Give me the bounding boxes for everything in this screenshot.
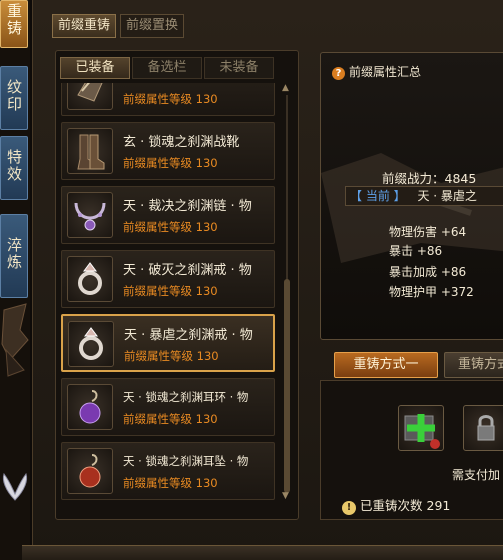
gauntlet-icon: [67, 83, 113, 110]
list-item-selected[interactable]: 天 · 暴虐之刹渊戒 · 物 前缀属性等级 130: [61, 314, 275, 372]
ring-icon: [67, 256, 113, 302]
item-name: 天 · 裁决之刹渊链 · 物: [123, 199, 252, 214]
reforge-count: ! 已重铸次数 291: [342, 495, 450, 515]
current-prefix-bar: 【 当前 】 天 · 暴虐之: [345, 186, 503, 206]
stat-line: 物理护甲 +372: [389, 285, 474, 299]
scroll-down-icon[interactable]: ▼: [282, 491, 289, 501]
subtab-unequipped[interactable]: 未装备: [204, 57, 274, 79]
earring-purple-icon: [67, 384, 113, 430]
subtab-backup[interactable]: 备选栏: [132, 57, 202, 79]
item-name: 玄 · 锁魂之刹渊战靴: [123, 135, 240, 150]
item-level: 前缀属性等级 130: [124, 349, 219, 363]
scroll-up-icon[interactable]: ▲: [282, 83, 289, 93]
side-tab-label: 重铸: [5, 3, 23, 37]
subtab-label: 未装备: [219, 60, 259, 75]
item-name: 天 · 暴虐之刹渊戒 · 物: [124, 328, 253, 343]
subtab-equipped[interactable]: 已装备: [60, 57, 130, 79]
reforge-method-two-button[interactable]: 重铸方式: [444, 352, 503, 378]
frame-bottom-border: [22, 545, 503, 560]
side-tab-label: 特效: [5, 149, 23, 183]
item-level: 前缀属性等级 130: [123, 220, 218, 234]
side-tab-label: 淬炼: [5, 237, 23, 271]
list-item[interactable]: 玄 · 锁魂之刹渊战靴 前缀属性等级 130: [61, 122, 275, 180]
plus-icon: [404, 414, 440, 449]
side-tab-strip: 重铸 纹印 特效 淬炼: [0, 0, 30, 560]
item-level: 前缀属性等级 130: [123, 412, 218, 426]
list-item[interactable]: 天 · 锁魂之刹渊耳坠 · 物 前缀属性等级 130: [61, 442, 275, 500]
list-item[interactable]: 前缀属性等级 130: [61, 83, 275, 116]
list-item[interactable]: 天 · 锁魂之刹渊耳环 · 物 前缀属性等级 130: [61, 378, 275, 436]
item-level: 前缀属性等级 130: [123, 476, 218, 490]
boots-icon: [67, 128, 113, 174]
tab-prefix-reforge[interactable]: 前缀重铸: [52, 14, 116, 38]
item-level: 前缀属性等级 130: [123, 156, 218, 170]
list-item[interactable]: 天 · 裁决之刹渊链 · 物 前缀属性等级 130: [61, 186, 275, 244]
list-item[interactable]: 天 · 破灭之刹渊戒 · 物 前缀属性等级 130: [61, 250, 275, 308]
add-material-slot[interactable]: [398, 405, 444, 451]
lock-icon: [477, 415, 495, 441]
necklace-icon: [67, 192, 113, 238]
stat-line: 暴击加成 +86: [389, 265, 467, 279]
item-name: 天 · 锁魂之刹渊耳坠 · 物: [123, 454, 249, 468]
info-icon: !: [342, 501, 356, 515]
current-prefix-name: 天 · 暴虐之: [417, 189, 477, 203]
side-tab-effect[interactable]: 特效: [0, 136, 28, 200]
ring-icon: [68, 321, 114, 367]
current-tag: 【 当前 】: [350, 189, 406, 203]
ornament-icon: [1, 303, 29, 377]
tab-prefix-swap[interactable]: 前缀置换: [120, 14, 184, 38]
scroll-thumb[interactable]: [284, 279, 290, 493]
list-scrollbar[interactable]: ▲ ▼: [282, 83, 290, 503]
subtab-label: 已装备: [75, 60, 115, 75]
tab-label: 前缀置换: [126, 18, 179, 33]
side-tab-inscription[interactable]: 纹印: [0, 66, 28, 130]
tab-label: 前缀重铸: [58, 18, 111, 33]
reforge-method-one-button[interactable]: 重铸方式一: [334, 352, 438, 378]
help-icon[interactable]: ?: [332, 67, 345, 80]
wings-icon: [2, 472, 28, 501]
item-level: 前缀属性等级 130: [123, 284, 218, 298]
side-tab-temper[interactable]: 淬炼: [0, 214, 28, 298]
subtab-label: 备选栏: [147, 60, 187, 75]
item-name: 天 · 锁魂之刹渊耳环 · 物: [123, 390, 249, 404]
locked-slot[interactable]: [463, 405, 503, 451]
item-name: 天 · 破灭之刹渊戒 · 物: [123, 263, 252, 278]
side-tab-label: 纹印: [5, 79, 23, 113]
summary-title: ? 前缀属性汇总: [332, 63, 421, 80]
prefix-power: 前缀战力：4845: [382, 171, 477, 186]
item-level: 前缀属性等级 130: [123, 92, 218, 106]
stat-line: 物理伤害 +64: [389, 225, 467, 239]
stat-line: 暴击 +86: [389, 244, 443, 258]
side-tab-reforge[interactable]: 重铸: [0, 0, 28, 48]
earring-red-icon: [67, 448, 113, 494]
equipment-list: 前缀属性等级 130 玄 · 锁魂之刹渊战靴 前缀属性等级 130 天 · 裁决…: [61, 83, 277, 503]
payment-label: 需支付加: [452, 468, 501, 482]
